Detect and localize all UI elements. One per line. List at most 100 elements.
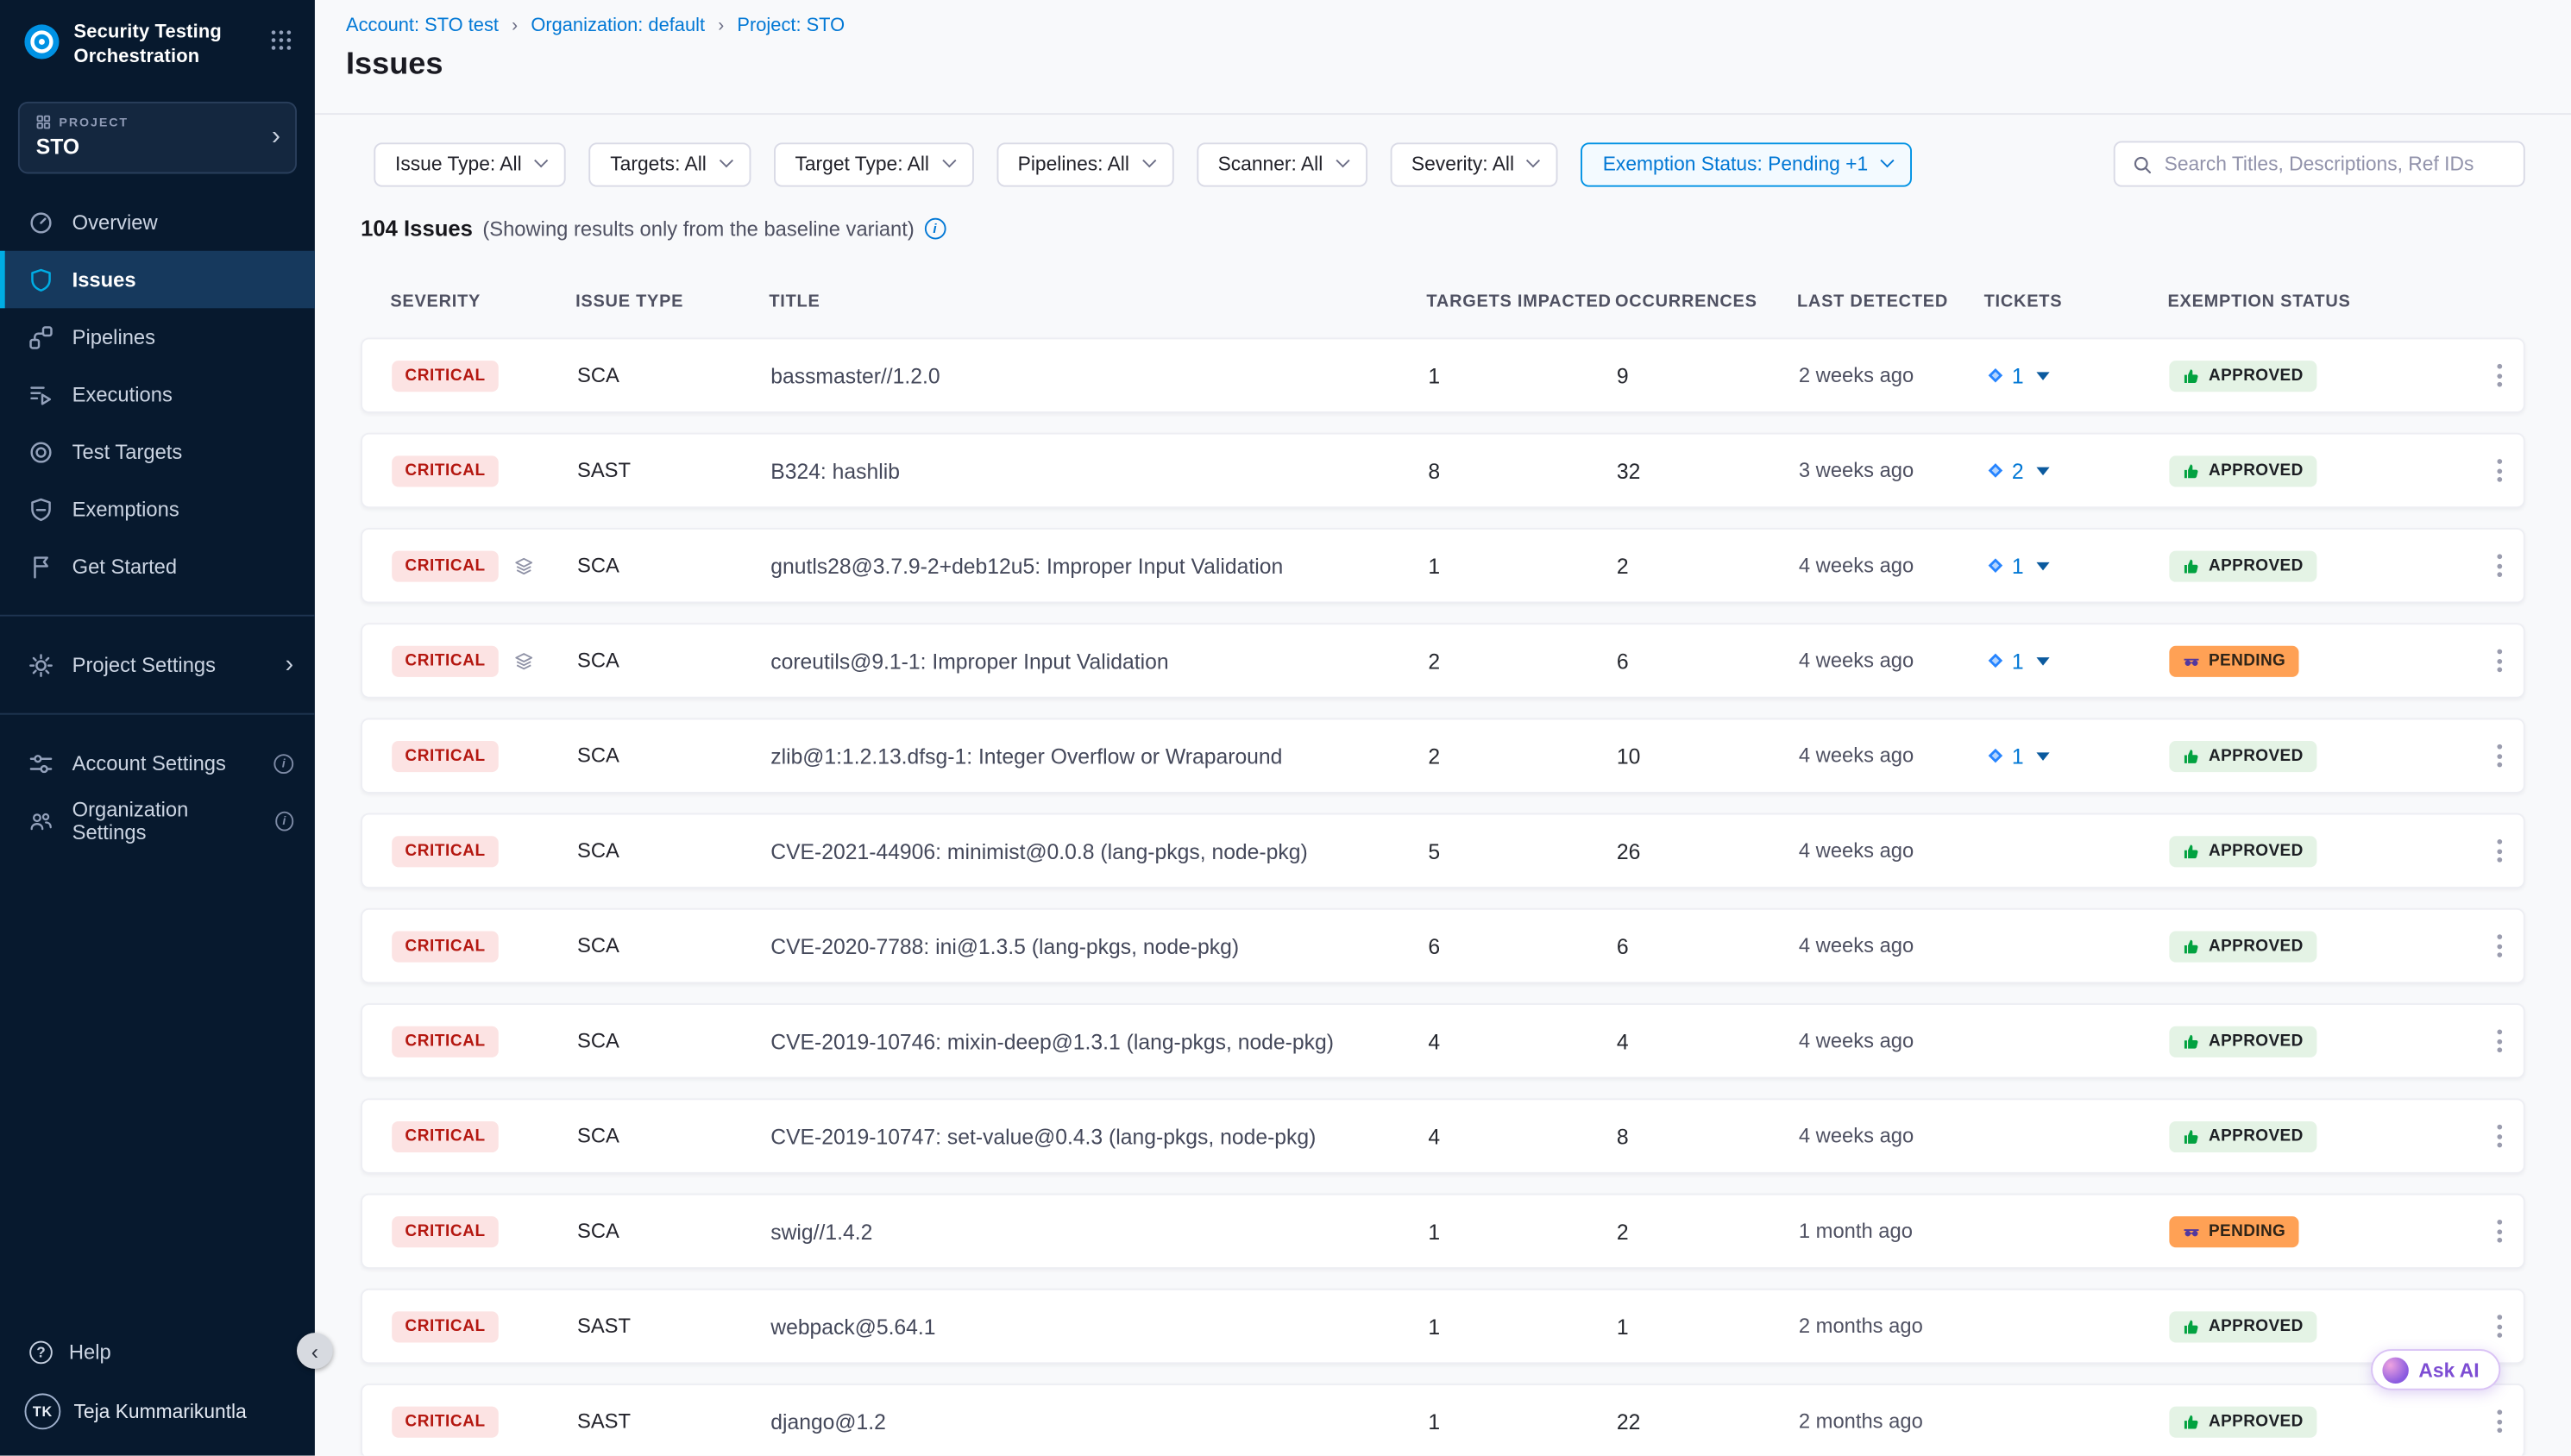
ticket-indicator[interactable]: 2 [1986, 458, 2051, 483]
last-detected: 4 weeks ago [1799, 554, 1914, 577]
severity-badge: CRITICAL [392, 835, 499, 866]
ticket-dropdown-caret[interactable] [2037, 562, 2050, 570]
row-menu-button[interactable] [2480, 731, 2518, 781]
issue-row[interactable]: CRITICALSCACVE-2020-7788: ini@1.3.5 (lan… [361, 908, 2525, 983]
row-menu-button[interactable] [2480, 541, 2518, 590]
jira-ticket-icon [1986, 555, 2006, 575]
row-menu-button[interactable] [2480, 446, 2518, 495]
sidebar-item-account-settings[interactable]: Account Settingsi [0, 735, 315, 793]
sidebar-item-organization-settings[interactable]: Organization Settingsi [0, 793, 315, 850]
chevron-down-icon [1527, 154, 1541, 167]
breadcrumb-link[interactable]: Project: STO [737, 16, 845, 36]
ticket-count: 1 [2012, 363, 2024, 388]
sidebar-item-issues[interactable]: Issues [0, 252, 315, 310]
issue-row[interactable]: CRITICALSCAgnutls28@3.7.9-2+deb12u5: Imp… [361, 528, 2525, 603]
chevron-right-icon: › [272, 124, 280, 150]
filter-exemption-status[interactable]: Exemption Status: Pending +1 [1581, 141, 1912, 185]
issue-type: SCA [577, 1125, 619, 1148]
sidebar-item-executions[interactable]: Executions [0, 367, 315, 424]
sidebar-item-label: Overview [72, 211, 158, 235]
filter-issue-type[interactable]: Issue Type: All [374, 141, 566, 185]
filter-targets[interactable]: Targets: All [589, 141, 751, 185]
issue-row[interactable]: CRITICALSCAswig//1.4.2121 month agoPENDI… [361, 1194, 2525, 1269]
page-header: Account: STO test›Organization: default›… [315, 0, 2571, 115]
sidebar-item-exemptions[interactable]: Exemptions [0, 481, 315, 539]
help-button[interactable]: ? Help [0, 1323, 315, 1381]
filter-pipelines[interactable]: Pipelines: All [996, 141, 1173, 185]
ticket-dropdown-caret[interactable] [2037, 371, 2050, 380]
info-icon[interactable]: i [924, 218, 946, 240]
sidebar-item-pipelines[interactable]: Pipelines [0, 309, 315, 367]
sidebar-item-label: Account Settings [72, 752, 226, 775]
apps-grid-icon[interactable] [269, 28, 294, 53]
occurrences: 2 [1617, 1219, 1629, 1244]
row-menu-button[interactable] [2480, 636, 2518, 685]
exemption-status-badge: APPROVED [2169, 1026, 2316, 1057]
severity-badge: CRITICAL [392, 455, 499, 486]
issue-type: SAST [577, 1409, 631, 1433]
issue-row[interactable]: CRITICALSASTwebpack@5.64.1112 months ago… [361, 1289, 2525, 1364]
ticket-indicator[interactable]: 1 [1986, 363, 2051, 388]
sidebar-item-project-settings[interactable]: Project Settings› [0, 637, 315, 694]
targets-impacted: 4 [1428, 1124, 1440, 1149]
targets-impacted: 1 [1428, 1314, 1440, 1339]
issue-row[interactable]: CRITICALSCACVE-2019-10747: set-value@0.4… [361, 1098, 2525, 1173]
issue-row[interactable]: CRITICALSCAzlib@1:1.2.13.dfsg-1: Integer… [361, 718, 2525, 793]
issue-title: CVE-2020-7788: ini@1.3.5 (lang-pkgs, nod… [770, 933, 1239, 958]
filter-scanner[interactable]: Scanner: All [1197, 141, 1367, 185]
pending-icon [2183, 1222, 2201, 1240]
sidebar: Security Testing Orchestration PROJECT S… [0, 0, 315, 1456]
issue-row[interactable]: CRITICALSCAcoreutils@9.1-1: Improper Inp… [361, 623, 2525, 698]
issue-row[interactable]: CRITICALSCACVE-2019-10746: mixin-deep@1.… [361, 1003, 2525, 1078]
row-menu-button[interactable] [2480, 1207, 2518, 1256]
filter-label: Targets: All [610, 153, 707, 176]
exemptions-shield-icon [28, 497, 53, 523]
sidebar-item-label: Organization Settings [72, 798, 257, 844]
project-label: PROJECT [59, 116, 129, 130]
occurrences: 4 [1617, 1029, 1629, 1054]
occurrences: 10 [1617, 744, 1640, 769]
filter-target-type[interactable]: Target Type: All [774, 141, 974, 185]
sidebar-item-get-started[interactable]: Get Started [0, 538, 315, 596]
exemption-status-badge: PENDING [2169, 1215, 2298, 1246]
filter-severity[interactable]: Severity: All [1390, 141, 1558, 185]
issue-row[interactable]: CRITICALSASTdjango@1.21222 months agoAPP… [361, 1384, 2525, 1456]
row-menu-button[interactable] [2480, 921, 2518, 970]
breadcrumb-link[interactable]: Organization: default [531, 16, 705, 36]
summary-row: 104 Issues (Showing results only from th… [361, 217, 2525, 242]
ticket-dropdown-caret[interactable] [2037, 751, 2050, 760]
column-header-occurrences: OCCURRENCES [1615, 292, 1797, 311]
chevron-right-icon: › [286, 653, 294, 678]
breadcrumb-link[interactable]: Account: STO test [346, 16, 499, 36]
row-menu-button[interactable] [2480, 1016, 2518, 1065]
row-menu-button[interactable] [2480, 1112, 2518, 1161]
sidebar-item-overview[interactable]: Overview [0, 194, 315, 252]
status-text: APPROVED [2209, 937, 2304, 955]
search-input[interactable] [2165, 153, 2507, 176]
row-menu-button[interactable] [2480, 1396, 2518, 1446]
row-menu-button[interactable] [2480, 826, 2518, 875]
issue-title: zlib@1:1.2.13.dfsg-1: Integer Overflow o… [770, 744, 1282, 769]
ticket-dropdown-caret[interactable] [2037, 656, 2050, 665]
sidebar-collapse-button[interactable]: ‹ [297, 1333, 333, 1369]
row-menu-button[interactable] [2480, 1302, 2518, 1351]
ticket-indicator[interactable]: 1 [1986, 744, 2051, 769]
row-menu-button[interactable] [2480, 351, 2518, 400]
issue-title: gnutls28@3.7.9-2+deb12u5: Improper Input… [770, 553, 1283, 578]
issue-row[interactable]: CRITICALSCACVE-2021-44906: minimist@0.0.… [361, 813, 2525, 888]
ticket-indicator[interactable]: 1 [1986, 553, 2051, 578]
issue-row[interactable]: CRITICALSCAbassmaster//1.2.0192 weeks ag… [361, 338, 2525, 413]
status-text: APPROVED [2209, 367, 2304, 385]
ticket-indicator[interactable]: 1 [1986, 649, 2051, 674]
user-menu[interactable]: TK Teja Kummarikuntla [0, 1380, 315, 1439]
last-detected: 4 weeks ago [1799, 744, 1914, 768]
project-selector[interactable]: PROJECT STO › [18, 103, 297, 175]
column-header-severity: SEVERITY [361, 292, 575, 311]
exemption-status-badge: APPROVED [2169, 835, 2316, 866]
sidebar-item-test-targets[interactable]: Test Targets [0, 424, 315, 481]
ticket-dropdown-caret[interactable] [2037, 467, 2050, 475]
column-header-last-detected: LAST DETECTED [1797, 292, 1984, 311]
issue-row[interactable]: CRITICALSASTB324: hashlib8323 weeks ago2… [361, 433, 2525, 508]
ask-ai-button[interactable]: Ask AI [2371, 1349, 2500, 1390]
search-box[interactable] [2114, 141, 2525, 186]
